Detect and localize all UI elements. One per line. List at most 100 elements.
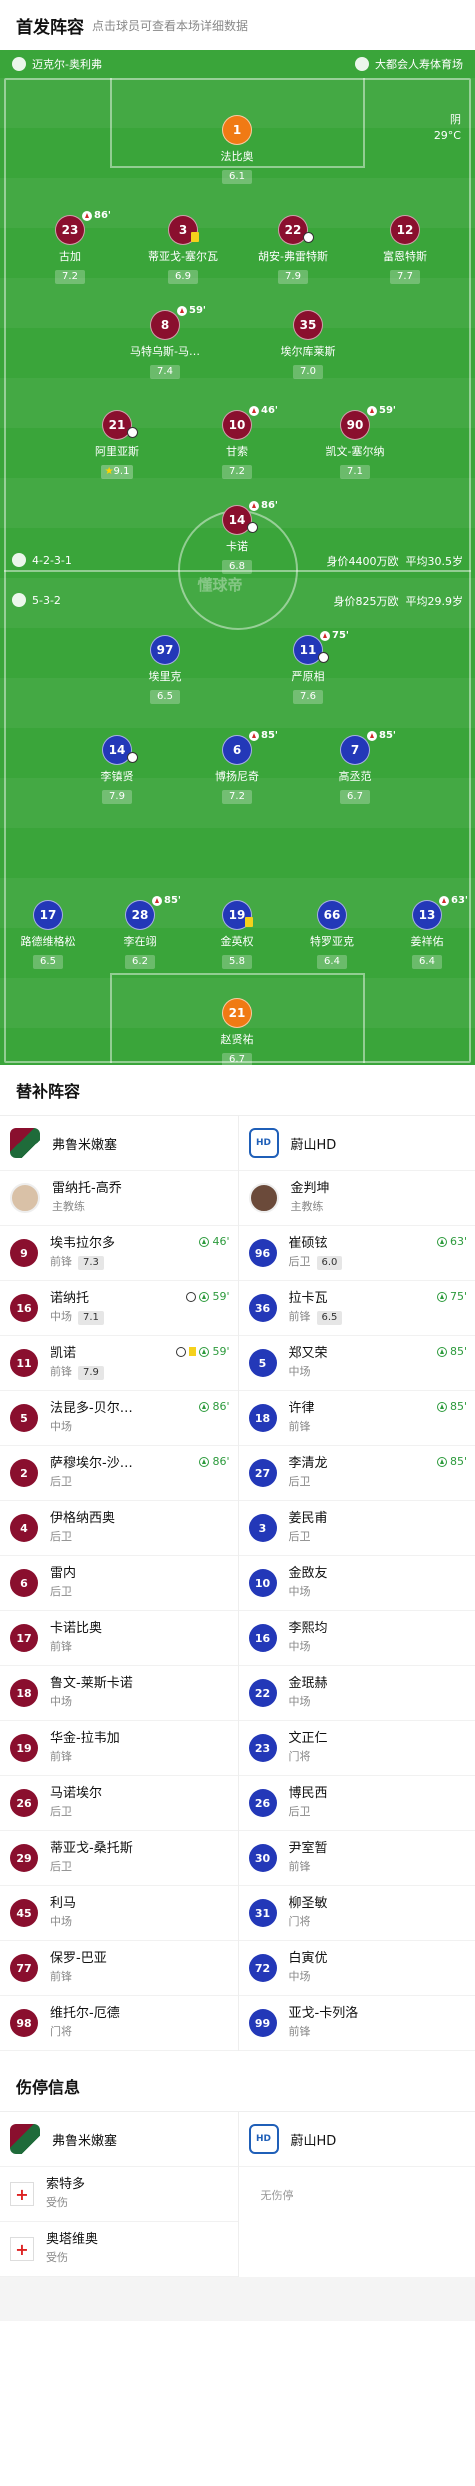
player-number: 19 [222,900,253,930]
ulsan-crest-icon: HD [248,2124,279,2154]
player-rating: 6.4 [412,955,442,969]
player-number: 23 86' [55,210,111,245]
away-player[interactable]: 7 85' 高丞范 6.7 [312,730,398,804]
sub-player-row[interactable]: 29 蒂亚戈-桑托斯 后卫 [0,1831,238,1886]
sub-player-row[interactable]: 18 鲁文-莱斯卡诺 中场 [0,1666,238,1721]
sub-player-name: 金珉赫 [288,1676,328,1691]
sub-player-name: 柳圣敏 [288,1896,328,1911]
sub-player-row[interactable]: 26 博民西 后卫 [238,1776,475,1831]
sub-player-row[interactable]: 2 萨穆埃尔-沙… 后卫 86' [0,1446,238,1501]
sub-off-icon: 46' [249,405,278,416]
sub-player-name: 文正仁 [288,1731,328,1746]
pitch: 迈克尔-奥利弗 大都会人寿体育场 阴 29°C 4-2-3-1 身价4400万欧 … [0,50,475,1065]
home-coach[interactable]: 雷纳托-高乔 主教练 [0,1171,238,1226]
away-player[interactable]: 17 路德维格松 6.5 [5,900,91,969]
player-number: 7 85' [340,730,396,765]
sub-player-position: 前锋 [288,1860,311,1873]
away-player[interactable]: 19 金英权 5.8 [194,900,280,969]
home-player[interactable]: 10 46' 甘索 7.2 [194,405,280,479]
sub-on-icon [199,1456,210,1467]
sub-player-number: 22 [248,1679,277,1707]
sub-player-row[interactable]: 4 伊格纳西奥 后卫 [0,1501,238,1556]
sub-off-icon: 86' [249,500,278,511]
sub-player-row[interactable]: 22 金珉赫 中场 [238,1666,475,1721]
star-icon: ★ [104,466,114,477]
sub-player-row[interactable]: 16 诺纳托 中场 7.1 59' [0,1281,238,1336]
watermark: 懂球帝 [197,576,243,594]
sub-player-row[interactable]: 19 华金-拉韦加 前锋 [0,1721,238,1776]
sub-player-number: 3 [248,1514,277,1542]
sub-player-position: 前锋 [288,2025,311,2038]
sub-player-position: 前锋 [50,1750,72,1763]
sub-player-rating: 7.9 [78,1366,104,1380]
player-name: 甘索 [226,445,248,458]
sub-player-row[interactable]: 18 许律 前锋 85' [238,1391,475,1446]
sub-player-row[interactable]: 3 姜民甫 后卫 [238,1501,475,1556]
sub-player-number: 2 [10,1459,38,1487]
player-name: 高丞范 [338,770,372,783]
player-name: 富恩特斯 [383,250,427,263]
sub-player-row[interactable]: 77 保罗-巴亚 前锋 [0,1941,238,1996]
sub-player-row[interactable]: 31 柳圣敏 门将 [238,1886,475,1941]
sub-player-row[interactable]: 26 马诺埃尔 后卫 [0,1776,238,1831]
home-player[interactable]: 8 59' 马特乌斯-马… 7.4 [122,305,208,379]
away-player[interactable]: 97 埃里克 6.5 [122,635,208,704]
sub-on-time: 59' [176,1345,230,1358]
player-name: 卡诺 [226,540,248,553]
player-rating: 7.2 [55,270,85,284]
home-player[interactable]: 23 86' 古加 7.2 [27,210,113,284]
player-number: 11 75' [293,630,349,665]
sub-player-row[interactable]: 99 亚戈-卡列洛 前锋 [238,1996,475,2051]
sub-player-row[interactable]: 30 尹室暂 前锋 [238,1831,475,1886]
sub-player-row[interactable]: 96 崔硕铉 后卫 6.0 63' [238,1226,475,1281]
away-player[interactable]: 6 85' 博扬尼奇 7.2 [194,730,280,804]
injury-row[interactable]: + 索特多 受伤 [0,2167,238,2222]
home-player[interactable]: 90 59' 凯文-塞尔纳 7.1 [312,405,398,479]
home-player[interactable]: 14 86' 卡诺 6.8 [194,500,280,574]
home-player[interactable]: 22 胡安-弗雷特斯 7.9 [250,215,336,284]
away-coach[interactable]: 金判坤 主教练 [238,1171,475,1226]
lineup-header: 首发阵容 点击球员可查看本场详细数据 [0,0,475,50]
sub-player-row[interactable]: 98 维托尔-厄德 门将 [0,1996,238,2051]
sub-player-row[interactable]: 6 雷内 后卫 [0,1556,238,1611]
injury-row[interactable]: + 奥塔维奥 受伤 [0,2222,238,2277]
sub-player-row[interactable]: 5 郑又荣 中场 85' [238,1336,475,1391]
sub-player-position: 中场 [50,1420,72,1433]
weather: 阴 29°C [433,113,461,142]
sub-player-position: 后卫 [288,1475,311,1488]
sub-player-row[interactable]: 16 李熙均 中场 [238,1611,475,1666]
sub-player-row[interactable]: 9 埃韦拉尔多 前锋 7.3 46' [0,1226,238,1281]
sub-player-row[interactable]: 10 金敃友 中场 [238,1556,475,1611]
sub-player-row[interactable]: 27 李清龙 后卫 85' [238,1446,475,1501]
medical-cross-icon: + [10,2237,34,2261]
sub-player-name: 金敃友 [288,1566,328,1581]
sub-player-row[interactable]: 23 文正仁 门将 [238,1721,475,1776]
player-rating: 7.7 [390,270,420,284]
sub-player-row[interactable]: 5 法昆多-贝尔… 中场 86' [0,1391,238,1446]
away-player[interactable]: 66 特罗亚克 6.4 [289,900,375,969]
sub-player-position: 中场 [288,1585,311,1598]
sub-player-row[interactable]: 17 卡诺比奥 前锋 [0,1611,238,1666]
home-player[interactable]: 35 埃尔库莱斯 7.0 [265,310,351,379]
player-number: 21 [222,998,252,1028]
home-player[interactable]: 21 阿里亚斯 ★9.1 [74,410,160,479]
away-player[interactable]: 21 赵贤祐 6.7 [194,998,280,1065]
sub-player-row[interactable]: 36 拉卡瓦 前锋 6.5 75' [238,1281,475,1336]
sub-off-icon: 63' [439,895,468,906]
player-rating: 7.6 [293,690,323,704]
sub-player-row[interactable]: 11 凯诺 前锋 7.9 59' [0,1336,238,1391]
sub-off-icon: 59' [367,405,396,416]
home-player[interactable]: 3 蒂亚戈-塞尔瓦 6.9 [140,215,226,284]
away-player[interactable]: 11 75' 严原相 7.6 [265,630,351,704]
away-player[interactable]: 13 63' 姜祥佑 6.4 [384,895,470,969]
player-name: 路德维格松 [20,935,76,948]
away-player[interactable]: 28 85' 李在翊 6.2 [97,895,183,969]
goal-ball-icon [176,1346,187,1357]
away-player[interactable]: 14 李镇贤 7.9 [74,735,160,804]
sub-player-name: 诺纳托 [50,1291,90,1306]
sub-player-row[interactable]: 72 白寅优 中场 [238,1941,475,1996]
home-player[interactable]: 1 法比奥 6.1 [194,115,280,184]
sub-player-number: 23 [248,1734,277,1762]
home-player[interactable]: 12 富恩特斯 7.7 [362,215,448,284]
sub-player-row[interactable]: 45 利马 中场 [0,1886,238,1941]
